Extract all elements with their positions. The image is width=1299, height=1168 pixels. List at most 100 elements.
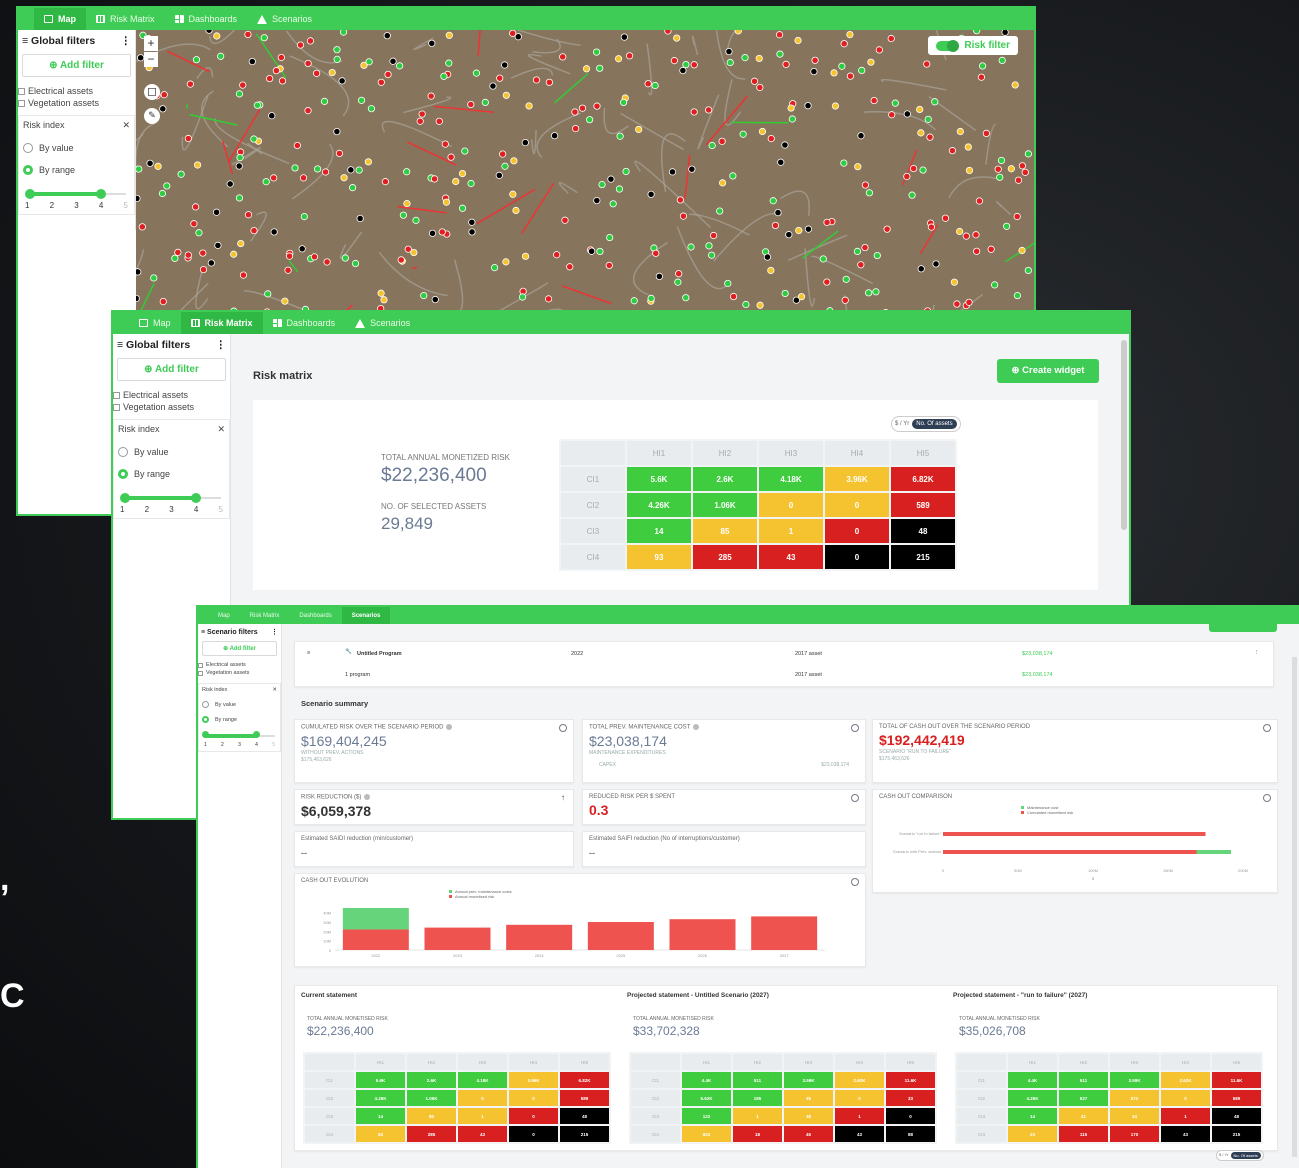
matrix-cell[interactable]: 1.06K <box>407 1090 456 1106</box>
matrix-cell[interactable]: 11.6K <box>886 1072 935 1088</box>
matrix-cell[interactable]: 0 <box>759 493 823 517</box>
add-filter-button[interactable]: ⊕ Add filter <box>22 54 131 77</box>
matrix-cell[interactable]: 589 <box>891 493 955 517</box>
matrix-cell[interactable]: 170 <box>1110 1126 1159 1142</box>
eye-icon[interactable] <box>851 878 859 886</box>
zoom-out-button[interactable]: − <box>144 52 158 67</box>
eye-icon[interactable] <box>1263 794 1271 802</box>
matrix-cell[interactable]: 511 <box>1059 1072 1108 1088</box>
matrix-cell[interactable]: 0 <box>509 1126 558 1142</box>
scrollbar[interactable] <box>1121 340 1127 530</box>
matrix-cell[interactable]: 6.82K <box>891 467 955 491</box>
electrical-assets-checkbox[interactable]: Electrical assets <box>18 85 135 97</box>
matrix-cell[interactable]: 285 <box>407 1126 456 1142</box>
draw-button[interactable]: ✎ <box>144 108 160 124</box>
matrix-cell[interactable]: 3.59K <box>784 1072 833 1088</box>
tab-risk-matrix[interactable]: Risk Matrix <box>240 607 290 624</box>
matrix-cell[interactable]: 48 <box>1212 1108 1261 1124</box>
matrix-cell[interactable]: 0 <box>825 519 889 543</box>
matrix-cell[interactable]: 589 <box>1212 1090 1261 1106</box>
tab-risk-matrix[interactable]: Risk Matrix <box>86 8 165 30</box>
matrix-cell[interactable]: 115 <box>1059 1126 1108 1142</box>
more-icon[interactable]: ⋮ <box>121 35 132 47</box>
tab-map[interactable]: Map <box>129 312 181 334</box>
matrix-cell[interactable]: 45 <box>784 1126 833 1142</box>
matrix-cell[interactable]: 603 <box>682 1126 731 1142</box>
matrix-cell[interactable]: 2.62K <box>1161 1072 1210 1088</box>
matrix-cell[interactable]: 1 <box>733 1108 782 1124</box>
risk-range-slider[interactable] <box>202 731 275 741</box>
unit-toggle[interactable]: $ / Yr No. Of assets <box>1216 1150 1264 1161</box>
vegetation-assets-checkbox[interactable]: Vegetation assets <box>113 401 230 413</box>
tab-scenarios[interactable]: Scenarios <box>247 8 322 30</box>
matrix-cell[interactable]: 0 <box>886 1108 935 1124</box>
tab-scenarios[interactable]: Scenarios <box>345 312 420 334</box>
matrix-cell[interactable]: 4.26K <box>627 493 691 517</box>
matrix-cell[interactable]: 3.96K <box>825 467 889 491</box>
matrix-cell[interactable]: 33 <box>886 1090 935 1106</box>
matrix-cell[interactable]: 285 <box>693 545 757 569</box>
by-value-radio[interactable]: By value <box>118 447 225 457</box>
matrix-cell[interactable]: 11.6K <box>1212 1072 1261 1088</box>
by-range-radio[interactable]: By range <box>23 165 130 175</box>
risk-range-slider[interactable] <box>25 189 126 199</box>
matrix-cell[interactable]: 85 <box>407 1108 456 1124</box>
map-canvas[interactable] <box>136 30 1034 320</box>
matrix-cell[interactable]: 48 <box>560 1108 609 1124</box>
matrix-cell[interactable]: 537 <box>1059 1090 1108 1106</box>
close-icon[interactable]: ✕ <box>272 687 277 693</box>
tab-scenarios[interactable]: Scenarios <box>341 607 391 624</box>
program-row[interactable]: ≡ 🔧 Untitled Program 2022 2017 asset $23… <box>294 641 1274 687</box>
matrix-cell[interactable]: 88 <box>886 1126 935 1142</box>
matrix-cell[interactable]: 18 <box>733 1126 782 1142</box>
matrix-cell[interactable]: 85 <box>693 519 757 543</box>
add-filter-button[interactable]: ⊕ Add filter <box>117 358 226 381</box>
matrix-cell[interactable]: 1 <box>458 1108 507 1124</box>
matrix-cell[interactable]: 185 <box>733 1090 782 1106</box>
matrix-cell[interactable]: 23 <box>1008 1126 1057 1142</box>
layers-button[interactable]: ◻ <box>144 84 160 100</box>
by-range-radio[interactable]: By range <box>118 469 225 479</box>
matrix-cell[interactable]: 1 <box>835 1108 884 1124</box>
drag-icon[interactable]: ≡ <box>307 650 310 656</box>
matrix-cell[interactable]: 5.6K <box>356 1072 405 1088</box>
matrix-cell[interactable]: 4.18K <box>458 1072 507 1088</box>
matrix-cell[interactable]: 14 <box>1008 1108 1057 1124</box>
vegetation-assets-checkbox[interactable]: Vegetation assets <box>198 669 281 677</box>
matrix-cell[interactable]: 3.59K <box>1110 1072 1159 1088</box>
scrollbar[interactable] <box>1292 657 1297 1157</box>
matrix-cell[interactable]: 43 <box>1161 1126 1210 1142</box>
matrix-cell[interactable]: 2.6K <box>407 1072 456 1088</box>
matrix-cell[interactable]: 4.4K <box>1008 1072 1057 1088</box>
matrix-cell[interactable]: 93 <box>627 545 691 569</box>
info-icon[interactable] <box>851 794 859 802</box>
matrix-cell[interactable]: 5.62K <box>682 1090 731 1106</box>
matrix-cell[interactable]: 1 <box>759 519 823 543</box>
by-value-radio[interactable]: By value <box>202 701 277 708</box>
matrix-cell[interactable]: 34 <box>1110 1108 1159 1124</box>
matrix-cell[interactable]: 0 <box>458 1090 507 1106</box>
matrix-cell[interactable]: 4.4K <box>682 1072 731 1088</box>
matrix-cell[interactable]: 2.6K <box>693 467 757 491</box>
matrix-cell[interactable]: 43 <box>458 1126 507 1142</box>
matrix-cell[interactable]: 0 <box>825 545 889 569</box>
matrix-cell[interactable]: 511 <box>733 1072 782 1088</box>
search-icon[interactable] <box>559 724 567 732</box>
matrix-cell[interactable]: 6.82K <box>560 1072 609 1088</box>
tab-dashboards[interactable]: Dashboards <box>165 8 248 30</box>
matrix-cell[interactable]: 43 <box>759 545 823 569</box>
by-range-radio[interactable]: By range <box>202 716 277 723</box>
tab-map[interactable]: Map <box>208 607 240 624</box>
close-icon[interactable]: ✕ <box>217 424 225 435</box>
matrix-cell[interactable]: 2.62K <box>835 1072 884 1088</box>
trash-icon[interactable] <box>851 724 859 732</box>
matrix-cell[interactable]: 35 <box>784 1090 833 1106</box>
tab-risk-matrix[interactable]: Risk Matrix <box>180 312 263 334</box>
by-value-radio[interactable]: By value <box>23 143 130 153</box>
matrix-cell[interactable]: 4.26K <box>1008 1090 1057 1106</box>
matrix-cell[interactable]: 41 <box>1059 1108 1108 1124</box>
matrix-cell[interactable]: 572 <box>1110 1090 1159 1106</box>
more-icon[interactable]: ⋮ <box>1254 650 1260 656</box>
vegetation-assets-checkbox[interactable]: Vegetation assets <box>18 97 135 109</box>
tab-dashboards[interactable]: Dashboards <box>263 312 346 334</box>
